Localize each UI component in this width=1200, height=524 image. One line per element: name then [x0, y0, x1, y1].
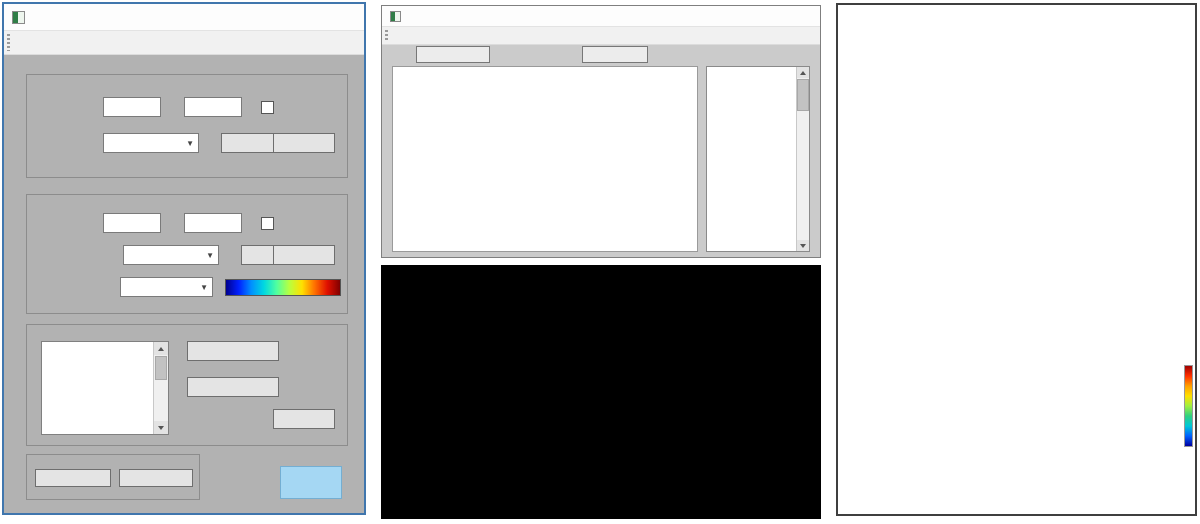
jet-colorbar-vertical: [1184, 365, 1193, 447]
brain-render: [381, 265, 821, 519]
wavelet-freq-from-input[interactable]: [103, 213, 161, 233]
toolbar-grip[interactable]: [385, 30, 388, 41]
app-icon: [12, 11, 25, 24]
ripple-count-chart: [848, 215, 1018, 257]
clinical-report-button[interactable]: [119, 469, 193, 487]
filter-freq-to-input[interactable]: [184, 97, 242, 117]
user-define-button[interactable]: [187, 377, 279, 397]
scroll-up-icon[interactable]: [154, 342, 168, 355]
accept-button[interactable]: [273, 133, 335, 153]
scrollbar[interactable]: [796, 67, 809, 251]
accept-button[interactable]: [273, 245, 335, 265]
title-bar[interactable]: [382, 6, 820, 27]
filter-setting-group: ▼: [26, 74, 348, 178]
all-checkbox[interactable]: [261, 217, 274, 230]
scroll-thumb[interactable]: [797, 79, 809, 111]
rank-chart-left: [846, 71, 1018, 199]
analysis-result-button[interactable]: [35, 469, 111, 487]
scroll-up-icon[interactable]: [797, 67, 809, 78]
accept-button[interactable]: [273, 409, 335, 429]
auto-checkbox[interactable]: [261, 101, 274, 114]
chevron-down-icon: ▼: [186, 139, 194, 148]
filtered-signal-plot: [393, 175, 697, 221]
title-bar[interactable]: [4, 4, 364, 31]
reject-button[interactable]: [582, 46, 648, 63]
run-button[interactable]: [280, 466, 342, 499]
menu-bar: [4, 31, 364, 55]
brain-3d-viewport[interactable]: [381, 265, 821, 519]
wavelet-freq-to-input[interactable]: [184, 213, 242, 233]
scroll-down-icon[interactable]: [797, 240, 809, 251]
settings-window: ▼ ▼ ▼: [2, 2, 366, 515]
filter-freq-from-input[interactable]: [103, 97, 161, 117]
ripple-energy-chart: [848, 301, 1018, 343]
wavelet-setting-group: ▼ ▼: [26, 194, 348, 314]
hfo-events-listbox[interactable]: [706, 66, 810, 252]
scrollbar[interactable]: [153, 342, 168, 434]
app-icon: [390, 11, 401, 22]
export-group: [26, 454, 200, 500]
chevron-down-icon: ▼: [200, 283, 208, 292]
event-window: [381, 5, 821, 258]
chevron-down-icon: ▼: [206, 251, 214, 260]
colorbar-select[interactable]: ▼: [120, 277, 213, 297]
event-plots-panel: [392, 66, 698, 252]
bipolar-listbox[interactable]: [41, 341, 169, 435]
scroll-thumb[interactable]: [155, 356, 167, 380]
jet-colorbar: [225, 279, 341, 296]
fripple-count-chart: [1024, 215, 1194, 257]
scroll-down-icon[interactable]: [154, 421, 168, 434]
window-select[interactable]: ▼: [103, 133, 199, 153]
toolbar-grip[interactable]: [7, 34, 10, 51]
brain-c-image: [1084, 357, 1194, 457]
spectrum-plot: [393, 226, 697, 266]
report-page: [836, 3, 1197, 516]
event-toolbar: [382, 44, 820, 65]
ripple-time-chart: [848, 258, 1018, 300]
fripple-energy-chart: [1024, 301, 1194, 343]
fripple-time-chart: [1024, 258, 1194, 300]
raw-signal-plot: [393, 116, 697, 170]
menu-bar: [382, 27, 820, 45]
rank-chart-right: [1020, 71, 1192, 199]
setting-button[interactable]: [416, 46, 490, 63]
load-from-file-button[interactable]: [187, 341, 279, 361]
mother-function-select[interactable]: ▼: [123, 245, 219, 265]
brain-a-image: [856, 357, 966, 457]
spectrogram-plot: [393, 67, 697, 111]
brain-b-image: [970, 357, 1080, 457]
bipolar-setting-group: [26, 324, 348, 446]
